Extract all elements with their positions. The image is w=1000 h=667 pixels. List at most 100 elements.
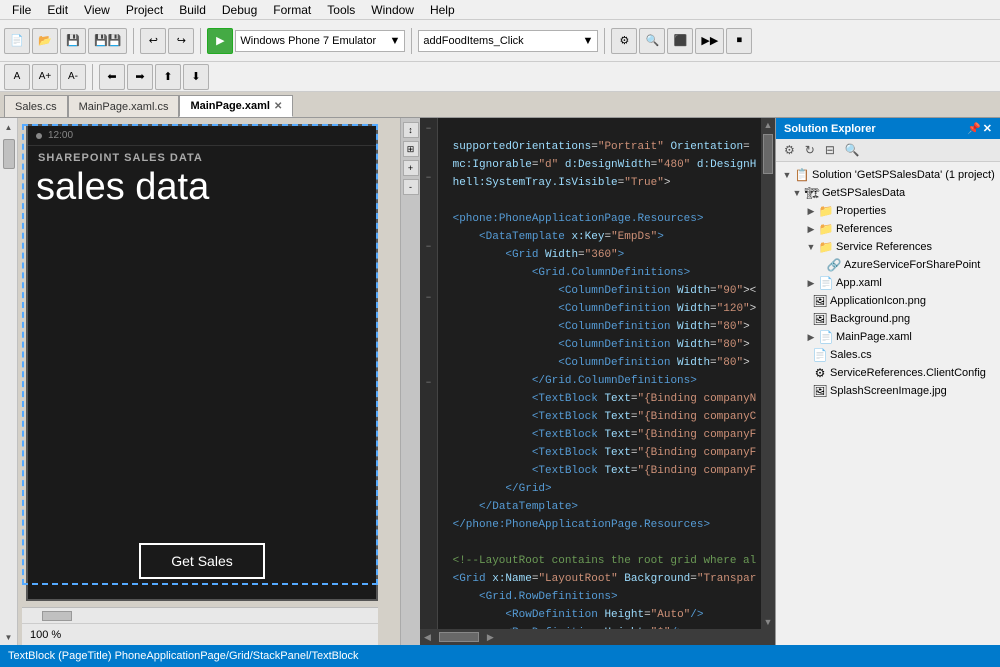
open-file-button[interactable]: 📂 (32, 28, 58, 54)
properties-arrow: ▶ (804, 206, 818, 217)
tree-item-azure-service[interactable]: 🔗 AzureServiceForSharePoint (776, 256, 1000, 274)
code-bottom-thumb[interactable] (439, 632, 479, 642)
gutter-icon-1[interactable]: − (422, 121, 436, 135)
mainpage-arrow: ▶ (804, 332, 818, 343)
toolbar2-btn6[interactable]: ⬆ (155, 64, 181, 90)
code-bottom-scrollbar[interactable]: ◀ ▶ (420, 629, 775, 645)
method-label: addFoodItems_Click (423, 35, 523, 47)
service-references-arrow: ▼ (804, 242, 818, 252)
menu-window[interactable]: Window (363, 1, 422, 19)
emulator-icon-zoom-in[interactable]: + (403, 160, 419, 176)
toolbar2-btn3[interactable]: A- (60, 64, 86, 90)
emulator-dropdown[interactable]: Windows Phone 7 Emulator ▼ (235, 30, 405, 52)
tree-item-splash[interactable]: 🖼 SplashScreenImage.jpg (776, 382, 1000, 400)
emulator-dropdown-arrow: ▼ (390, 35, 401, 47)
toolbar2-btn2[interactable]: A+ (32, 64, 58, 90)
code-bottom-right[interactable]: ▶ (483, 632, 498, 643)
toolbar-btn-extra5[interactable]: ⏹ (726, 28, 752, 54)
sol-properties-button[interactable]: ⚙ (780, 141, 799, 159)
gutter-icon-2[interactable]: − (422, 170, 436, 184)
toolbar-btn-extra4[interactable]: ▶▶ (695, 28, 724, 54)
solution-root-icon: 📋 (794, 167, 810, 183)
menu-debug[interactable]: Debug (214, 1, 265, 19)
run-button[interactable]: ▶ (207, 28, 233, 54)
code-lines[interactable]: supportedOrientations="Portrait" Orienta… (438, 118, 761, 629)
sol-filter-button[interactable]: 🔍 (841, 141, 864, 159)
menu-view[interactable]: View (76, 1, 118, 19)
undo-button[interactable]: ↩ (140, 28, 166, 54)
references-label: References (836, 223, 892, 235)
service-config-label: ServiceReferences.ClientConfig (830, 367, 986, 379)
menu-project[interactable]: Project (118, 1, 171, 19)
emulator-icon-fit[interactable]: ⊞ (403, 141, 419, 157)
sol-collapse-button[interactable]: ⊟ (821, 141, 839, 159)
properties-label: Properties (836, 205, 886, 217)
toolbar2-btn7[interactable]: ⬇ (183, 64, 209, 90)
scroll-down-arrow[interactable]: ▼ (5, 630, 13, 645)
save-all-button[interactable]: 💾💾 (88, 28, 127, 54)
app-xaml-label: App.xaml (836, 277, 882, 289)
toolbar-btn-extra2[interactable]: 🔍 (639, 28, 665, 54)
background-icon: 🖼 (812, 311, 828, 327)
toolbar2-btn4[interactable]: ⬅ (99, 64, 125, 90)
solution-pin-button[interactable]: 📌 (967, 122, 981, 135)
save-button[interactable]: 💾 (60, 28, 86, 54)
code-scroll-down[interactable]: ▼ (761, 615, 775, 629)
menu-file[interactable]: File (4, 1, 39, 19)
toolbar-btn-extra1[interactable]: ⚙ (611, 28, 637, 54)
solution-root-item[interactable]: ▼ 📋 Solution 'GetSPSalesData' (1 project… (776, 166, 1000, 184)
menu-format[interactable]: Format (265, 1, 319, 19)
menu-edit[interactable]: Edit (39, 1, 76, 19)
code-scroll-thumb[interactable] (763, 134, 773, 174)
tab-mainpage-cs[interactable]: MainPage.xaml.cs (68, 95, 180, 117)
horiz-scroll-thumb[interactable] (42, 611, 72, 621)
scroll-thumb[interactable] (3, 139, 15, 169)
sep1 (133, 28, 134, 54)
toolbar-btn-extra3[interactable]: ⬛ (667, 28, 693, 54)
tree-item-background[interactable]: 🖼 Background.png (776, 310, 1000, 328)
emulator-icon-zoom-out[interactable]: - (403, 179, 419, 195)
azure-service-icon: 🔗 (826, 257, 842, 273)
tree-item-app-xaml[interactable]: ▶ 📄 App.xaml (776, 274, 1000, 292)
code-scrollbar[interactable]: ▲ ▼ (761, 118, 775, 629)
tree-item-references[interactable]: ▶ 📁 References (776, 220, 1000, 238)
menu-help[interactable]: Help (422, 1, 463, 19)
gutter-icon-3[interactable]: − (422, 239, 436, 253)
menu-build[interactable]: Build (171, 1, 214, 19)
tab-mainpage-xaml[interactable]: MainPage.xaml ✕ (179, 95, 293, 117)
toolbar2-btn5[interactable]: ➡ (127, 64, 153, 90)
method-dropdown[interactable]: addFoodItems_Click ▼ (418, 30, 598, 52)
solution-close-button[interactable]: ✕ (983, 122, 992, 135)
phone-preview-area: 12:00 SHAREPOINT SALES DATA sales data G… (18, 118, 400, 607)
new-file-button[interactable]: 📄 (4, 28, 30, 54)
project-label: GetSPSalesData (822, 187, 905, 199)
status-text: TextBlock (PageTitle) PhoneApplicationPa… (8, 650, 359, 662)
scroll-up-arrow[interactable]: ▲ (5, 120, 13, 135)
menu-tools[interactable]: Tools (319, 1, 363, 19)
project-arrow: ▼ (790, 188, 804, 198)
gutter-icon-5[interactable]: − (422, 375, 436, 389)
tab-sales-cs[interactable]: Sales.cs (4, 95, 68, 117)
redo-button[interactable]: ↪ (168, 28, 194, 54)
toolbar2-btn1[interactable]: A (4, 64, 30, 90)
references-arrow: ▶ (804, 224, 818, 235)
get-sales-button[interactable]: Get Sales (139, 543, 264, 579)
tab-mainpage-xaml-close[interactable]: ✕ (274, 101, 282, 112)
sol-refresh-button[interactable]: ↻ (801, 141, 819, 159)
project-item[interactable]: ▼ 🏗 GetSPSalesData (776, 184, 1000, 202)
code-bottom-left[interactable]: ◀ (420, 632, 435, 643)
sep3 (411, 28, 412, 54)
left-scrollbar[interactable]: ▲ ▼ (0, 118, 18, 645)
tree-item-mainpage-xaml[interactable]: ▶ 📄 MainPage.xaml (776, 328, 1000, 346)
gutter-icon-4[interactable]: − (422, 290, 436, 304)
tree-item-sales-cs[interactable]: 📄 Sales.cs (776, 346, 1000, 364)
tree-item-app-icon[interactable]: 🖼 ApplicationIcon.png (776, 292, 1000, 310)
phone-status-dot (36, 133, 42, 139)
tree-item-service-config[interactable]: ⚙ ServiceReferences.ClientConfig (776, 364, 1000, 382)
emulator-icon-rotate[interactable]: ↕ (403, 122, 419, 138)
tree-item-properties[interactable]: ▶ 📁 Properties (776, 202, 1000, 220)
left-horiz-scrollbar[interactable] (22, 607, 378, 623)
tree-item-service-references[interactable]: ▼ 📁 Service References (776, 238, 1000, 256)
code-scroll-up[interactable]: ▲ (761, 118, 775, 132)
solution-toolbar: ⚙ ↻ ⊟ 🔍 (776, 139, 1000, 162)
